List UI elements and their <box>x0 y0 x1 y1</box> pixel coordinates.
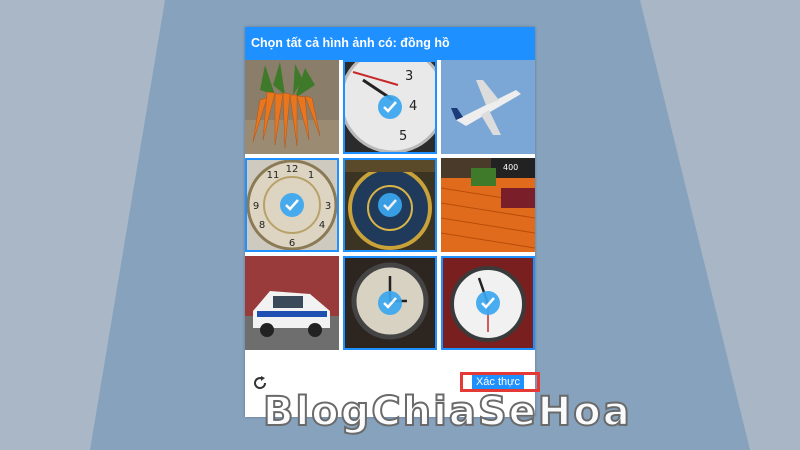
verify-button-edge-right <box>526 375 531 389</box>
svg-text:9: 9 <box>253 201 259 212</box>
captcha-dialog: Chọn tất cả hình ảnh có: đồng hồ 3 4 5 1… <box>245 27 540 417</box>
carrots-image <box>245 60 339 154</box>
airplane-image <box>441 60 535 154</box>
selected-check-icon <box>378 193 402 217</box>
svg-text:4: 4 <box>409 99 417 114</box>
selected-check-icon <box>280 193 304 217</box>
captcha-tile-carrots[interactable]: 400 8000 <box>441 158 535 252</box>
svg-text:3: 3 <box>325 201 331 212</box>
svg-text:6: 6 <box>289 238 295 249</box>
captcha-instruction: Chọn tất cả hình ảnh có: đồng hồ <box>245 27 535 60</box>
police-car-image <box>245 256 339 350</box>
svg-text:8: 8 <box>259 220 265 231</box>
selected-check-icon <box>476 291 500 315</box>
svg-text:400: 400 <box>503 163 518 172</box>
captcha-tile-airplane[interactable] <box>441 60 535 154</box>
captcha-tile-police-car[interactable] <box>245 256 339 350</box>
background-shape-left <box>0 0 165 450</box>
watermark-logo: BlogChiaSeHoa <box>262 389 632 435</box>
captcha-tile-clock[interactable]: 12 3 69 1 11 48 <box>245 158 339 252</box>
captcha-image-grid: 3 4 5 12 3 6 9 1 11 4 8 400 <box>245 60 535 350</box>
verify-button-label: Xác thực <box>475 376 521 388</box>
selected-check-icon <box>378 291 402 315</box>
svg-text:1: 1 <box>308 170 314 181</box>
captcha-tile-clock[interactable] <box>441 256 535 350</box>
captcha-tile-carrots[interactable] <box>245 60 339 154</box>
svg-text:11: 11 <box>267 170 280 181</box>
verify-button-edge-left <box>465 375 470 389</box>
svg-text:3: 3 <box>405 69 413 84</box>
selected-check-icon <box>378 95 402 119</box>
captcha-tile-clock[interactable] <box>343 256 437 350</box>
svg-text:5: 5 <box>399 129 407 144</box>
carrots-image: 400 8000 <box>441 158 535 252</box>
captcha-tile-clock[interactable]: 3 4 5 <box>343 60 437 154</box>
svg-text:12: 12 <box>286 164 299 175</box>
captcha-tile-clock[interactable] <box>343 158 437 252</box>
svg-text:4: 4 <box>319 220 325 231</box>
verify-button[interactable]: Xác thực <box>465 375 531 389</box>
background-shape-right <box>640 0 800 450</box>
